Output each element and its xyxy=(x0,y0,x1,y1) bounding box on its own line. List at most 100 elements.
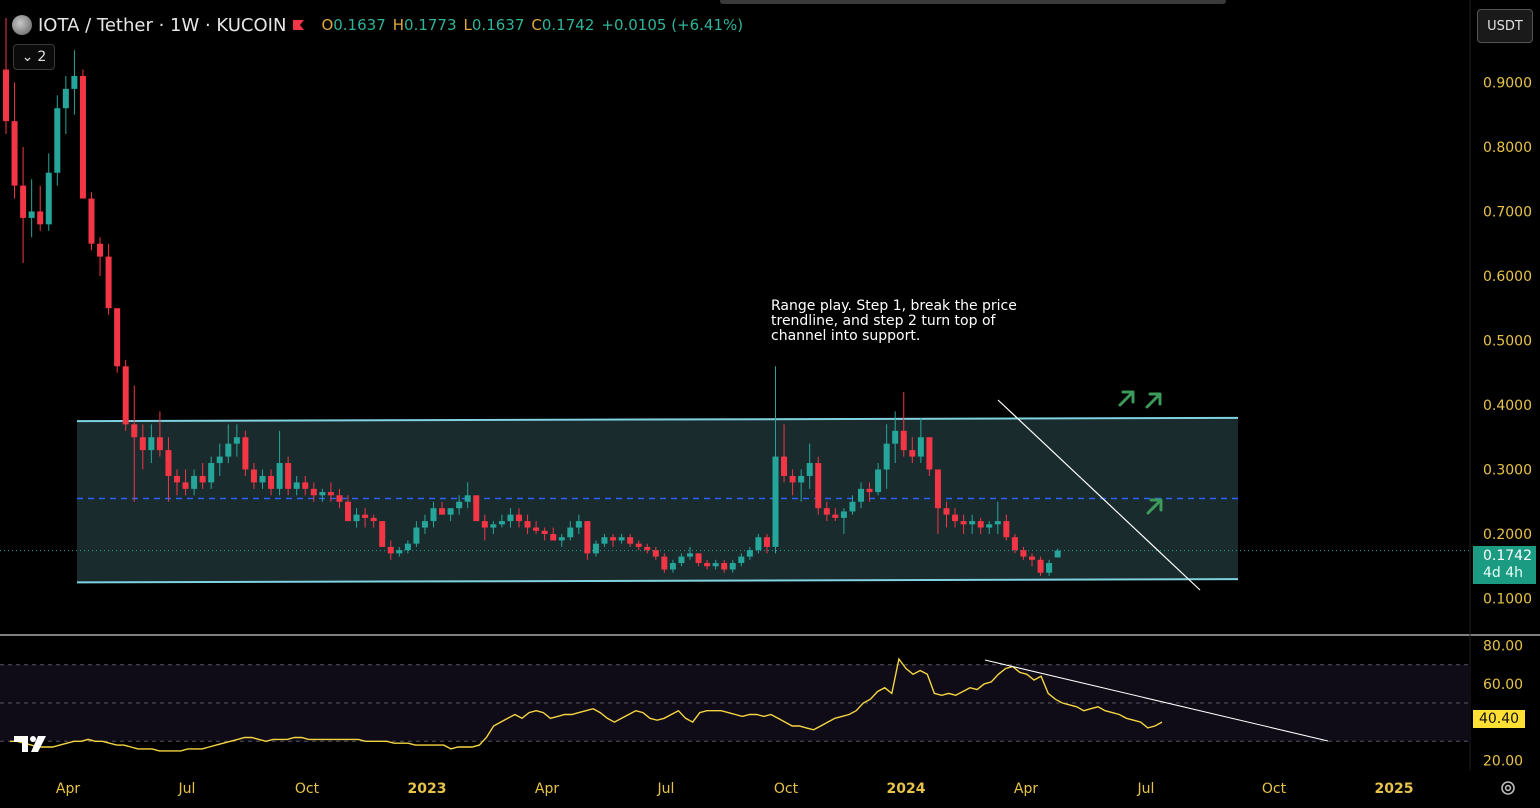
candle-body xyxy=(362,514,369,518)
time-axis-tick: Oct xyxy=(295,781,320,797)
candle-body xyxy=(866,488,873,493)
candle-body xyxy=(165,450,172,476)
chart-annotation[interactable]: Range play. Step 1, break the price tren… xyxy=(771,299,1041,344)
price-axis-tick: 0.9000 xyxy=(1483,75,1532,91)
candle-body xyxy=(575,521,582,528)
candle-body xyxy=(404,543,411,551)
high-label: H xyxy=(392,16,405,34)
candle-body xyxy=(986,524,993,528)
arrow-shaft xyxy=(1145,393,1161,409)
candle-body xyxy=(481,521,488,528)
candle-body xyxy=(242,437,249,470)
candle-body xyxy=(627,537,634,544)
rsi-axis-tick: 60.00 xyxy=(1483,677,1523,693)
candle-body xyxy=(250,469,257,483)
candle-body xyxy=(507,514,514,522)
gear-icon[interactable] xyxy=(1498,778,1518,798)
candle-body xyxy=(524,521,531,528)
price-axis-tick: 0.5000 xyxy=(1483,333,1532,349)
candle-body xyxy=(1037,559,1044,573)
candle-body xyxy=(473,495,480,522)
candle-body xyxy=(601,537,608,544)
indicators-toggle-button[interactable]: ⌄ 2 xyxy=(13,44,55,70)
indicator-count: 2 xyxy=(37,49,47,65)
candle-body xyxy=(704,563,711,567)
candle-body xyxy=(225,443,232,457)
arrow-shaft xyxy=(1118,391,1134,407)
candle-body xyxy=(45,172,52,225)
price-axis-tick: 0.2000 xyxy=(1483,527,1532,543)
candle-body xyxy=(994,521,1001,525)
candle-body xyxy=(969,521,976,525)
candle-body xyxy=(88,198,95,244)
close-label: C xyxy=(531,16,542,34)
candle-body xyxy=(259,475,266,483)
time-axis-tick: Apr xyxy=(56,781,80,797)
candle-body xyxy=(823,508,830,515)
candle-body xyxy=(977,521,984,528)
candle-body xyxy=(439,508,446,515)
tradingview-logo-icon[interactable] xyxy=(14,734,54,754)
candle-body xyxy=(533,527,540,531)
candle-body xyxy=(858,488,864,502)
candle-body xyxy=(592,543,599,554)
candle-body xyxy=(516,514,522,522)
candle-body xyxy=(182,482,189,489)
candle-body xyxy=(327,492,334,496)
chart-canvas[interactable]: 0.9000 0.8000 0.7000 0.6000 0.5000 0.4000 0.30… xyxy=(0,0,1540,808)
candle-body xyxy=(721,563,728,570)
candle-body xyxy=(1003,521,1010,538)
candle-body xyxy=(550,534,557,541)
price-axis-tick: 0.1000 xyxy=(1483,592,1532,608)
rsi-last-value-tag: 40.40 xyxy=(1473,710,1525,728)
channel-fill xyxy=(77,417,1238,583)
flag-icon[interactable] xyxy=(292,19,305,31)
candle-body xyxy=(892,430,899,444)
bar-countdown: 4d 4h xyxy=(1483,565,1524,581)
candle-body xyxy=(772,456,779,547)
time-axis-tick: 2024 xyxy=(887,781,926,797)
green-arrow-icon xyxy=(1145,392,1162,409)
candle-body xyxy=(952,514,959,522)
candle-body xyxy=(618,537,625,541)
candle-body xyxy=(661,556,668,570)
candle-body xyxy=(729,563,736,570)
candle-body xyxy=(379,521,386,547)
price-axis-tick: 0.7000 xyxy=(1483,204,1532,220)
open-label: O xyxy=(321,16,334,34)
symbol-title[interactable]: IOTA / Tether · 1W · KUCOIN xyxy=(38,15,286,36)
candle-body xyxy=(464,495,471,502)
candle-body xyxy=(199,475,206,483)
candle-body xyxy=(421,521,428,528)
last-price-value: 0.1742 xyxy=(1483,548,1532,564)
change-value: +0.0105 (+6.41%) xyxy=(601,16,744,34)
candle-body xyxy=(71,75,78,89)
time-axis-tick: 2025 xyxy=(1375,781,1414,797)
candle-body xyxy=(413,527,420,544)
candle-body xyxy=(541,530,548,535)
candle-body xyxy=(755,537,762,551)
candle-body xyxy=(815,463,822,509)
candle-body xyxy=(430,508,437,522)
candle-body xyxy=(738,556,745,564)
low-value: 0.1637 xyxy=(471,16,525,34)
time-axis-tick: Apr xyxy=(535,781,559,797)
candle-body xyxy=(293,482,300,489)
candle-body xyxy=(285,463,292,489)
candle-body xyxy=(28,211,35,218)
candle-body xyxy=(960,521,967,525)
candle-body xyxy=(644,546,651,551)
candle-body xyxy=(781,456,788,476)
candle-body xyxy=(345,501,351,522)
low-label: L xyxy=(463,16,472,34)
time-axis-tick: 2023 xyxy=(408,781,447,797)
candle-body xyxy=(883,443,890,470)
candle-body xyxy=(131,424,138,438)
candle-body xyxy=(336,495,343,502)
candle-body xyxy=(490,524,497,528)
candle-body xyxy=(806,463,813,476)
time-axis-tick: Apr xyxy=(1014,781,1038,797)
candle-body xyxy=(3,69,9,122)
candle-body xyxy=(875,469,882,493)
currency-button[interactable]: USDT xyxy=(1477,9,1533,43)
